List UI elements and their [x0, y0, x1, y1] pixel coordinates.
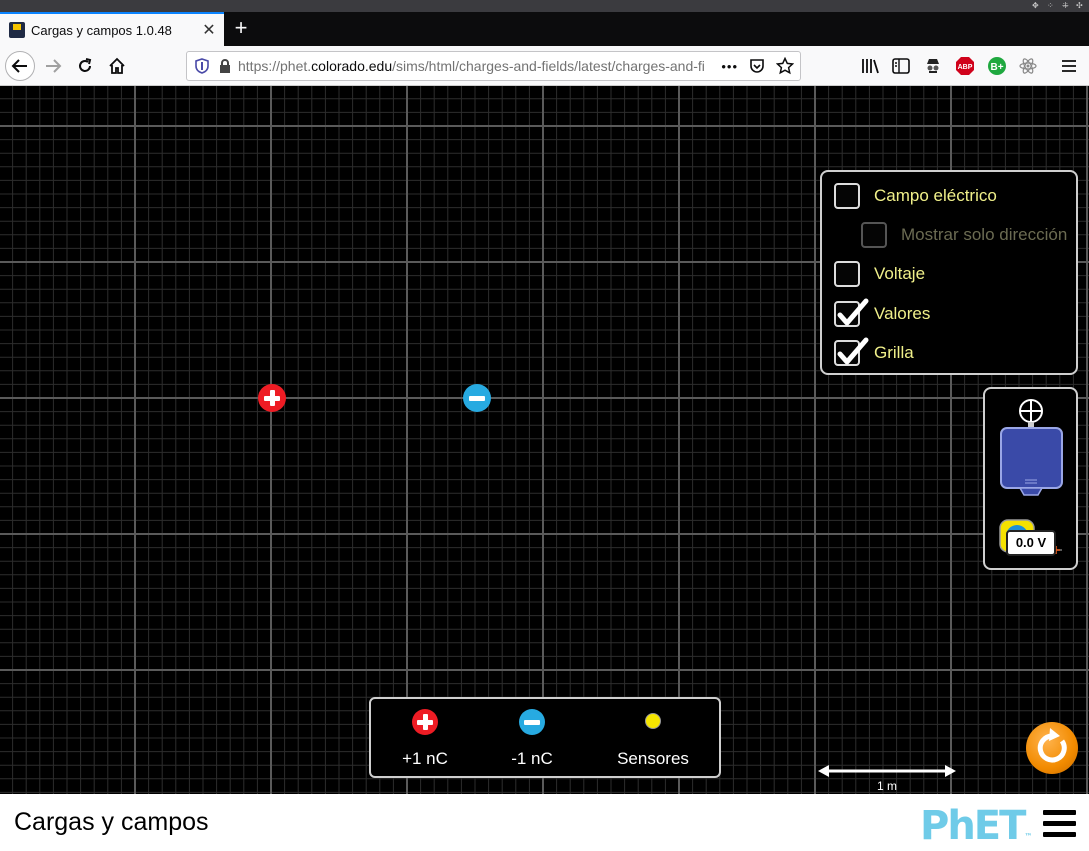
scale-indicator: 1 m: [818, 764, 956, 794]
sim-title: Cargas y campos: [14, 808, 209, 836]
reload-button[interactable]: [70, 51, 100, 81]
positive-charge-label: +1 nC: [402, 749, 448, 768]
navigation-toolbar: https://phet.colorado.edu/sims/html/char…: [0, 46, 1089, 86]
phet-logo-button[interactable]: PhET™: [920, 803, 1032, 849]
browser-tab[interactable]: Cargas y campos 1.0.48 ✕: [0, 12, 224, 46]
phet-navigation-bar: Cargas y campos PhET™: [0, 794, 1089, 851]
checkbox-box[interactable]: [834, 261, 860, 287]
url-text: https://phet.colorado.edu/sims/html/char…: [238, 58, 705, 74]
tab-bar: Cargas y campos 1.0.48 ✕ +: [0, 12, 1089, 46]
checkbox-label: Grilla: [874, 343, 914, 362]
checkbox-direction-only: Mostrar solo dirección: [861, 220, 1067, 250]
window-minimize-icon[interactable]: ⁘: [1047, 1, 1054, 10]
checkbox-electric-field[interactable]: Campo eléctrico: [834, 181, 997, 211]
home-icon: [109, 57, 125, 74]
library-icon[interactable]: [860, 56, 880, 76]
svg-text:ABP: ABP: [958, 64, 973, 71]
page-actions-button[interactable]: •••: [721, 59, 738, 74]
react-devtools-icon[interactable]: [1018, 56, 1038, 76]
negative-charge-source[interactable]: [519, 709, 545, 735]
back-arrow-icon: [11, 59, 27, 73]
positive-charge-source[interactable]: [412, 709, 438, 735]
checkbox-label: Valores: [874, 304, 931, 323]
voltmeter-readout: 0.0 V: [1006, 530, 1056, 556]
new-tab-button[interactable]: +: [230, 16, 252, 40]
window-resize-icon[interactable]: ✥: [1032, 1, 1039, 10]
positive-charge[interactable]: [258, 384, 286, 412]
back-button[interactable]: [5, 51, 35, 81]
negative-charge-label: -1 nC: [511, 749, 553, 768]
tab-title: Cargas y campos 1.0.48: [31, 22, 172, 38]
window-maximize-icon[interactable]: ⁜: [1062, 1, 1069, 10]
double-arrow-icon: [818, 765, 956, 777]
checkbox-box[interactable]: [834, 183, 860, 209]
visibility-control-panel: Campo eléctrico Mostrar solo dirección V…: [820, 170, 1078, 375]
checkbox-box: [861, 222, 887, 248]
bookmark-star-icon[interactable]: [776, 57, 794, 75]
tab-close-button[interactable]: ✕: [198, 20, 220, 40]
svg-text:B+: B+: [990, 62, 1003, 73]
lock-icon[interactable]: [218, 58, 232, 74]
phet-logo-text: PhET: [920, 803, 1026, 849]
reload-icon: [79, 58, 92, 72]
checkbox-label: Voltaje: [874, 264, 926, 283]
charge-creator-panel: +1 nC -1 nC Sensores: [369, 697, 721, 778]
phet-favicon-icon: [9, 22, 25, 38]
pocket-icon[interactable]: [748, 57, 766, 75]
scale-label: 1 m: [876, 779, 897, 793]
url-bar[interactable]: https://phet.colorado.edu/sims/html/char…: [186, 51, 801, 81]
sensors-label: Sensores: [617, 749, 689, 768]
bplus-extension-icon[interactable]: B+: [987, 56, 1007, 76]
adblock-plus-icon[interactable]: ABP: [955, 56, 975, 76]
checkbox-label: Mostrar solo dirección: [901, 225, 1068, 244]
checkbox-values[interactable]: Valores: [834, 298, 931, 329]
simulation-play-area[interactable]: Campo eléctrico Mostrar solo dirección V…: [0, 86, 1089, 794]
reader-sidebar-icon[interactable]: [891, 56, 911, 76]
negative-charge[interactable]: [463, 384, 491, 412]
browser-menu-icon[interactable]: [1059, 56, 1079, 76]
checkmark-icon: [837, 337, 869, 365]
home-button[interactable]: [102, 51, 132, 81]
checkbox-label: Campo eléctrico: [874, 186, 997, 205]
window-titlebar: ✥ ⁘ ⁜ ✣: [0, 0, 1089, 12]
checkbox-grid[interactable]: Grilla: [834, 337, 914, 368]
reset-all-button[interactable]: [1026, 722, 1078, 774]
checkbox-box[interactable]: [834, 337, 869, 366]
checkbox-box[interactable]: [834, 298, 869, 327]
checkbox-voltage[interactable]: Voltaje: [834, 259, 925, 289]
sensor-source[interactable]: [645, 713, 661, 729]
phet-logo-tm: ™: [1024, 832, 1033, 841]
forward-arrow-icon: [46, 59, 62, 73]
phet-menu-button[interactable]: [1043, 810, 1076, 837]
spy-extension-icon[interactable]: [923, 56, 943, 76]
tracking-shield-icon[interactable]: [194, 58, 210, 74]
window-close-icon[interactable]: ✣: [1076, 1, 1083, 10]
checkmark-icon: [837, 298, 869, 326]
reset-icon: [1037, 728, 1067, 763]
forward-button[interactable]: [38, 51, 68, 81]
